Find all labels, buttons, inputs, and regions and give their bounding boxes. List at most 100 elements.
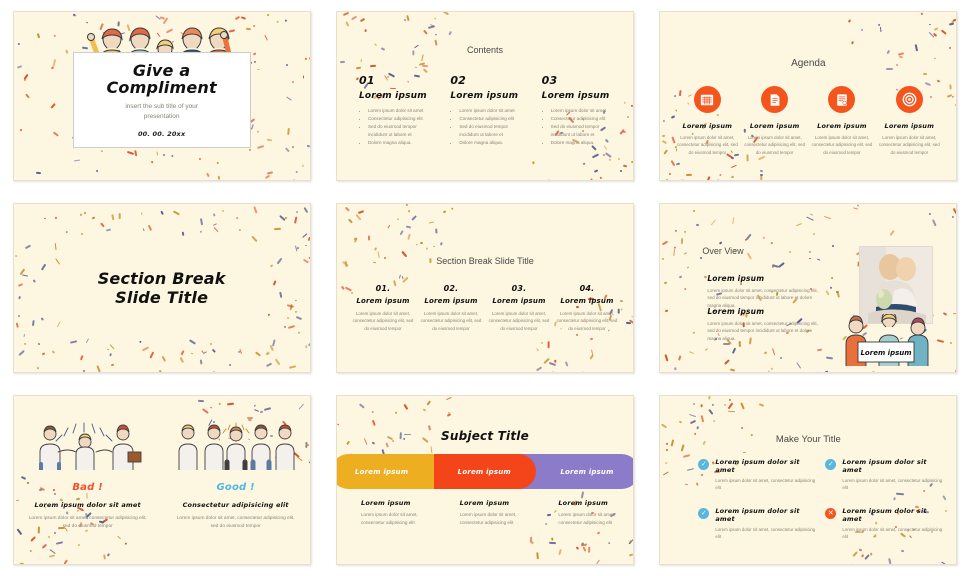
item-desc: Lorem ipsum dolor sit amet, consectetur … — [715, 477, 815, 491]
column-desc: Lorem ipsum dolor sit amet, consectetur … — [558, 511, 616, 526]
step-desc: Lorem ipsum dolor sit amet, consectetur … — [555, 310, 619, 332]
checklist-item[interactable]: ✓ Lorem ipsum dolor sit amet Lorem ipsum… — [698, 507, 815, 540]
title-card: Give a Compliment insert the sub title o… — [73, 52, 251, 148]
list-item: Dolore magna aliqua. — [551, 139, 619, 147]
process-column: Lorem ipsum Lorem ipsum dolor sit amet, … — [436, 499, 535, 526]
column-desc: Lorem ipsum dolor sit amet, consectetur … — [29, 515, 147, 531]
list-item: Sed do eiusmod tempor incididunt ut labo… — [459, 123, 527, 139]
slide-cell-9: Make Your Title ✓ Lorem ipsum dolor sit … — [647, 384, 970, 576]
process-bar[interactable]: Lorem ipsum — [416, 454, 537, 489]
column-subtitle: Lorem ipsum — [450, 91, 527, 101]
column-title: Lorem ipsum — [558, 499, 633, 507]
group-holding-banner-illustration: Lorem ipsum — [840, 314, 932, 366]
contents-columns: 01 Lorem ipsum Lorem ipsum dolor sit ame… — [359, 74, 619, 147]
section-break-detail-slide[interactable]: Section Break Slide Title 01. Lorem ipsu… — [336, 203, 634, 373]
column-subtitle: Lorem ipsum — [359, 91, 436, 101]
agenda-item-title: Lorem ipsum — [683, 122, 733, 130]
step-number: 03. — [487, 284, 551, 293]
slide-cell-2: Contents 01 Lorem ipsum Lorem ipsum dolo… — [323, 0, 646, 192]
checklist-item[interactable]: ✕ Lorem ipsum dolor sit amet Lorem ipsum… — [825, 507, 942, 540]
step-title: Lorem ipsum — [351, 297, 415, 305]
page-title: Give a Compliment — [106, 62, 216, 96]
step-number: 01. — [351, 284, 415, 293]
step-title: Lorem ipsum — [555, 297, 619, 305]
title-slide[interactable]: Give a Compliment insert the sub title o… — [13, 11, 311, 181]
slide-heading: Contents — [337, 45, 633, 55]
family-photo — [859, 246, 933, 324]
agenda-item[interactable]: Lorem ipsum Lorem ipsum dolor sit amet, … — [744, 86, 806, 156]
column-title: Lorem ipsum — [361, 499, 436, 507]
agenda-item-desc: Lorem ipsum dolor sit amet, consectetur … — [744, 134, 806, 156]
title-line-1: Section Break — [98, 269, 226, 288]
bar-label: Lorem ipsum — [336, 468, 408, 476]
list-item: Sed do eiusmod tempor incididunt ut labo… — [368, 123, 436, 139]
slide-cell-8: Subject Title Lorem ipsum Lorem ipsum Lo… — [323, 384, 646, 576]
list-item: Sed do eiusmod tempor incididunt ut labo… — [551, 123, 619, 139]
step-items: 01. Lorem ipsum Lorem ipsum dolor sit am… — [351, 284, 619, 332]
contents-column: 02 Lorem ipsum Lorem ipsum dolor sit ame… — [450, 74, 527, 147]
slide-cell-1: Give a Compliment insert the sub title o… — [0, 0, 323, 192]
column-desc: Lorem ipsum dolor sit amet, consectetur … — [460, 511, 518, 526]
section-break-slide[interactable]: Section Break Slide Title — [13, 203, 311, 373]
step-desc: Lorem ipsum dolor sit amet, consectetur … — [351, 310, 415, 332]
list-item: Dolore magna aliqua. — [368, 139, 436, 147]
step-item[interactable]: 04. Lorem ipsum Lorem ipsum dolor sit am… — [555, 284, 619, 332]
checklist-item[interactable]: ✓ Lorem ipsum dolor sit amet Lorem ipsum… — [698, 458, 815, 491]
make-your-title-slide[interactable]: Make Your Title ✓ Lorem ipsum dolor sit … — [659, 395, 957, 565]
checklist-item[interactable]: ✓ Lorem ipsum dolor sit amet Lorem ipsum… — [825, 458, 942, 491]
agenda-item-desc: Lorem ipsum dolor sit amet, consectetur … — [811, 134, 873, 156]
step-number: 04. — [555, 284, 619, 293]
banner-text: Lorem ipsum — [861, 349, 912, 357]
agenda-item-desc: Lorem ipsum dolor sit amet, consectetur … — [878, 134, 940, 156]
bar-label: Lorem ipsum — [536, 468, 613, 476]
checklist-text: Lorem ipsum dolor sit amet Lorem ipsum d… — [842, 507, 942, 540]
item-title: Lorem ipsum dolor sit amet — [842, 507, 942, 523]
slide-heading: Over View — [702, 246, 743, 256]
list-item: Consectetur adipisicing elit — [368, 115, 436, 123]
item-title: Lorem ipsum dolor sit amet — [842, 458, 942, 474]
process-columns: Lorem ipsum Lorem ipsum dolor sit amet, … — [337, 499, 633, 526]
step-item[interactable]: 03. Lorem ipsum Lorem ipsum dolor sit am… — [487, 284, 551, 332]
list-item: Consectetur adipisicing elit — [551, 115, 619, 123]
bullet-list: Lorem ipsum dolor sit amet Consectetur a… — [542, 107, 619, 147]
agenda-slide[interactable]: Agenda Lorem ipsum Lorem ipsum dolor sit… — [659, 11, 957, 181]
contents-slide[interactable]: Contents 01 Lorem ipsum Lorem ipsum dolo… — [336, 11, 634, 181]
process-bars: Lorem ipsum Lorem ipsum Lorem ipsum — [337, 454, 633, 489]
column-number: 02 — [450, 74, 527, 87]
calendar-icon — [694, 86, 721, 113]
bar-label: Lorem ipsum — [434, 468, 511, 476]
agenda-item[interactable]: Lorem ipsum Lorem ipsum dolor sit amet, … — [676, 86, 738, 156]
slide-cell-4: Section Break Slide Title — [0, 192, 323, 384]
check-circle-icon: ✓ — [825, 459, 836, 470]
agenda-item[interactable]: Lorem ipsum Lorem ipsum dolor sit amet, … — [811, 86, 873, 156]
list-item: Lorem ipsum dolor sit amet — [459, 107, 527, 115]
document-icon — [761, 86, 788, 113]
block-title: Lorem ipsum — [707, 307, 825, 316]
slide-heading: Section Break Slide Title — [337, 256, 633, 266]
target-icon — [896, 86, 923, 113]
step-item[interactable]: 01. Lorem ipsum Lorem ipsum dolor sit am… — [351, 284, 415, 332]
overview-slide[interactable]: Over View Lorem ipsum Lorem ipsum dolor … — [659, 203, 957, 373]
agenda-item[interactable]: Lorem ipsum Lorem ipsum dolor sit amet, … — [878, 86, 940, 156]
item-desc: Lorem ipsum dolor sit amet, consectetur … — [715, 526, 815, 540]
overview-block: Lorem ipsum Lorem ipsum dolor sit amet, … — [707, 274, 825, 309]
process-bar[interactable]: Lorem ipsum — [336, 454, 434, 489]
item-title: Lorem ipsum dolor sit amet — [715, 507, 815, 523]
contents-column: 03 Lorem ipsum Lorem ipsum dolor sit ame… — [542, 74, 619, 147]
bad-column: Bad ! Lorem ipsum dolor sit amet Lorem i… — [14, 422, 162, 531]
checklist-text: Lorem ipsum dolor sit amet Lorem ipsum d… — [842, 458, 942, 491]
column-desc: Lorem ipsum dolor sit amet, consectetur … — [361, 511, 419, 526]
page-title: Section Break Slide Title — [14, 204, 310, 372]
list-item: Dolore magna aliqua. — [459, 139, 527, 147]
bullet-list: Lorem ipsum dolor sit amet Consectetur a… — [359, 107, 436, 147]
step-item[interactable]: 02. Lorem ipsum Lorem ipsum dolor sit am… — [419, 284, 483, 332]
bad-good-slide[interactable]: Bad ! Lorem ipsum dolor sit amet Lorem i… — [13, 395, 311, 565]
applauding-people-illustration — [176, 422, 296, 470]
bullet-list: Lorem ipsum dolor sit amet Consectetur a… — [450, 107, 527, 147]
subject-title-slide[interactable]: Subject Title Lorem ipsum Lorem ipsum Lo… — [336, 395, 634, 565]
close-circle-icon: ✕ — [825, 508, 836, 519]
title-line-2: Slide Title — [115, 288, 208, 307]
agenda-item-title: Lorem ipsum — [750, 122, 800, 130]
block-desc: Lorem ipsum dolor sit amet, consectetur … — [707, 320, 825, 342]
step-desc: Lorem ipsum dolor sit amet, consectetur … — [419, 310, 483, 332]
